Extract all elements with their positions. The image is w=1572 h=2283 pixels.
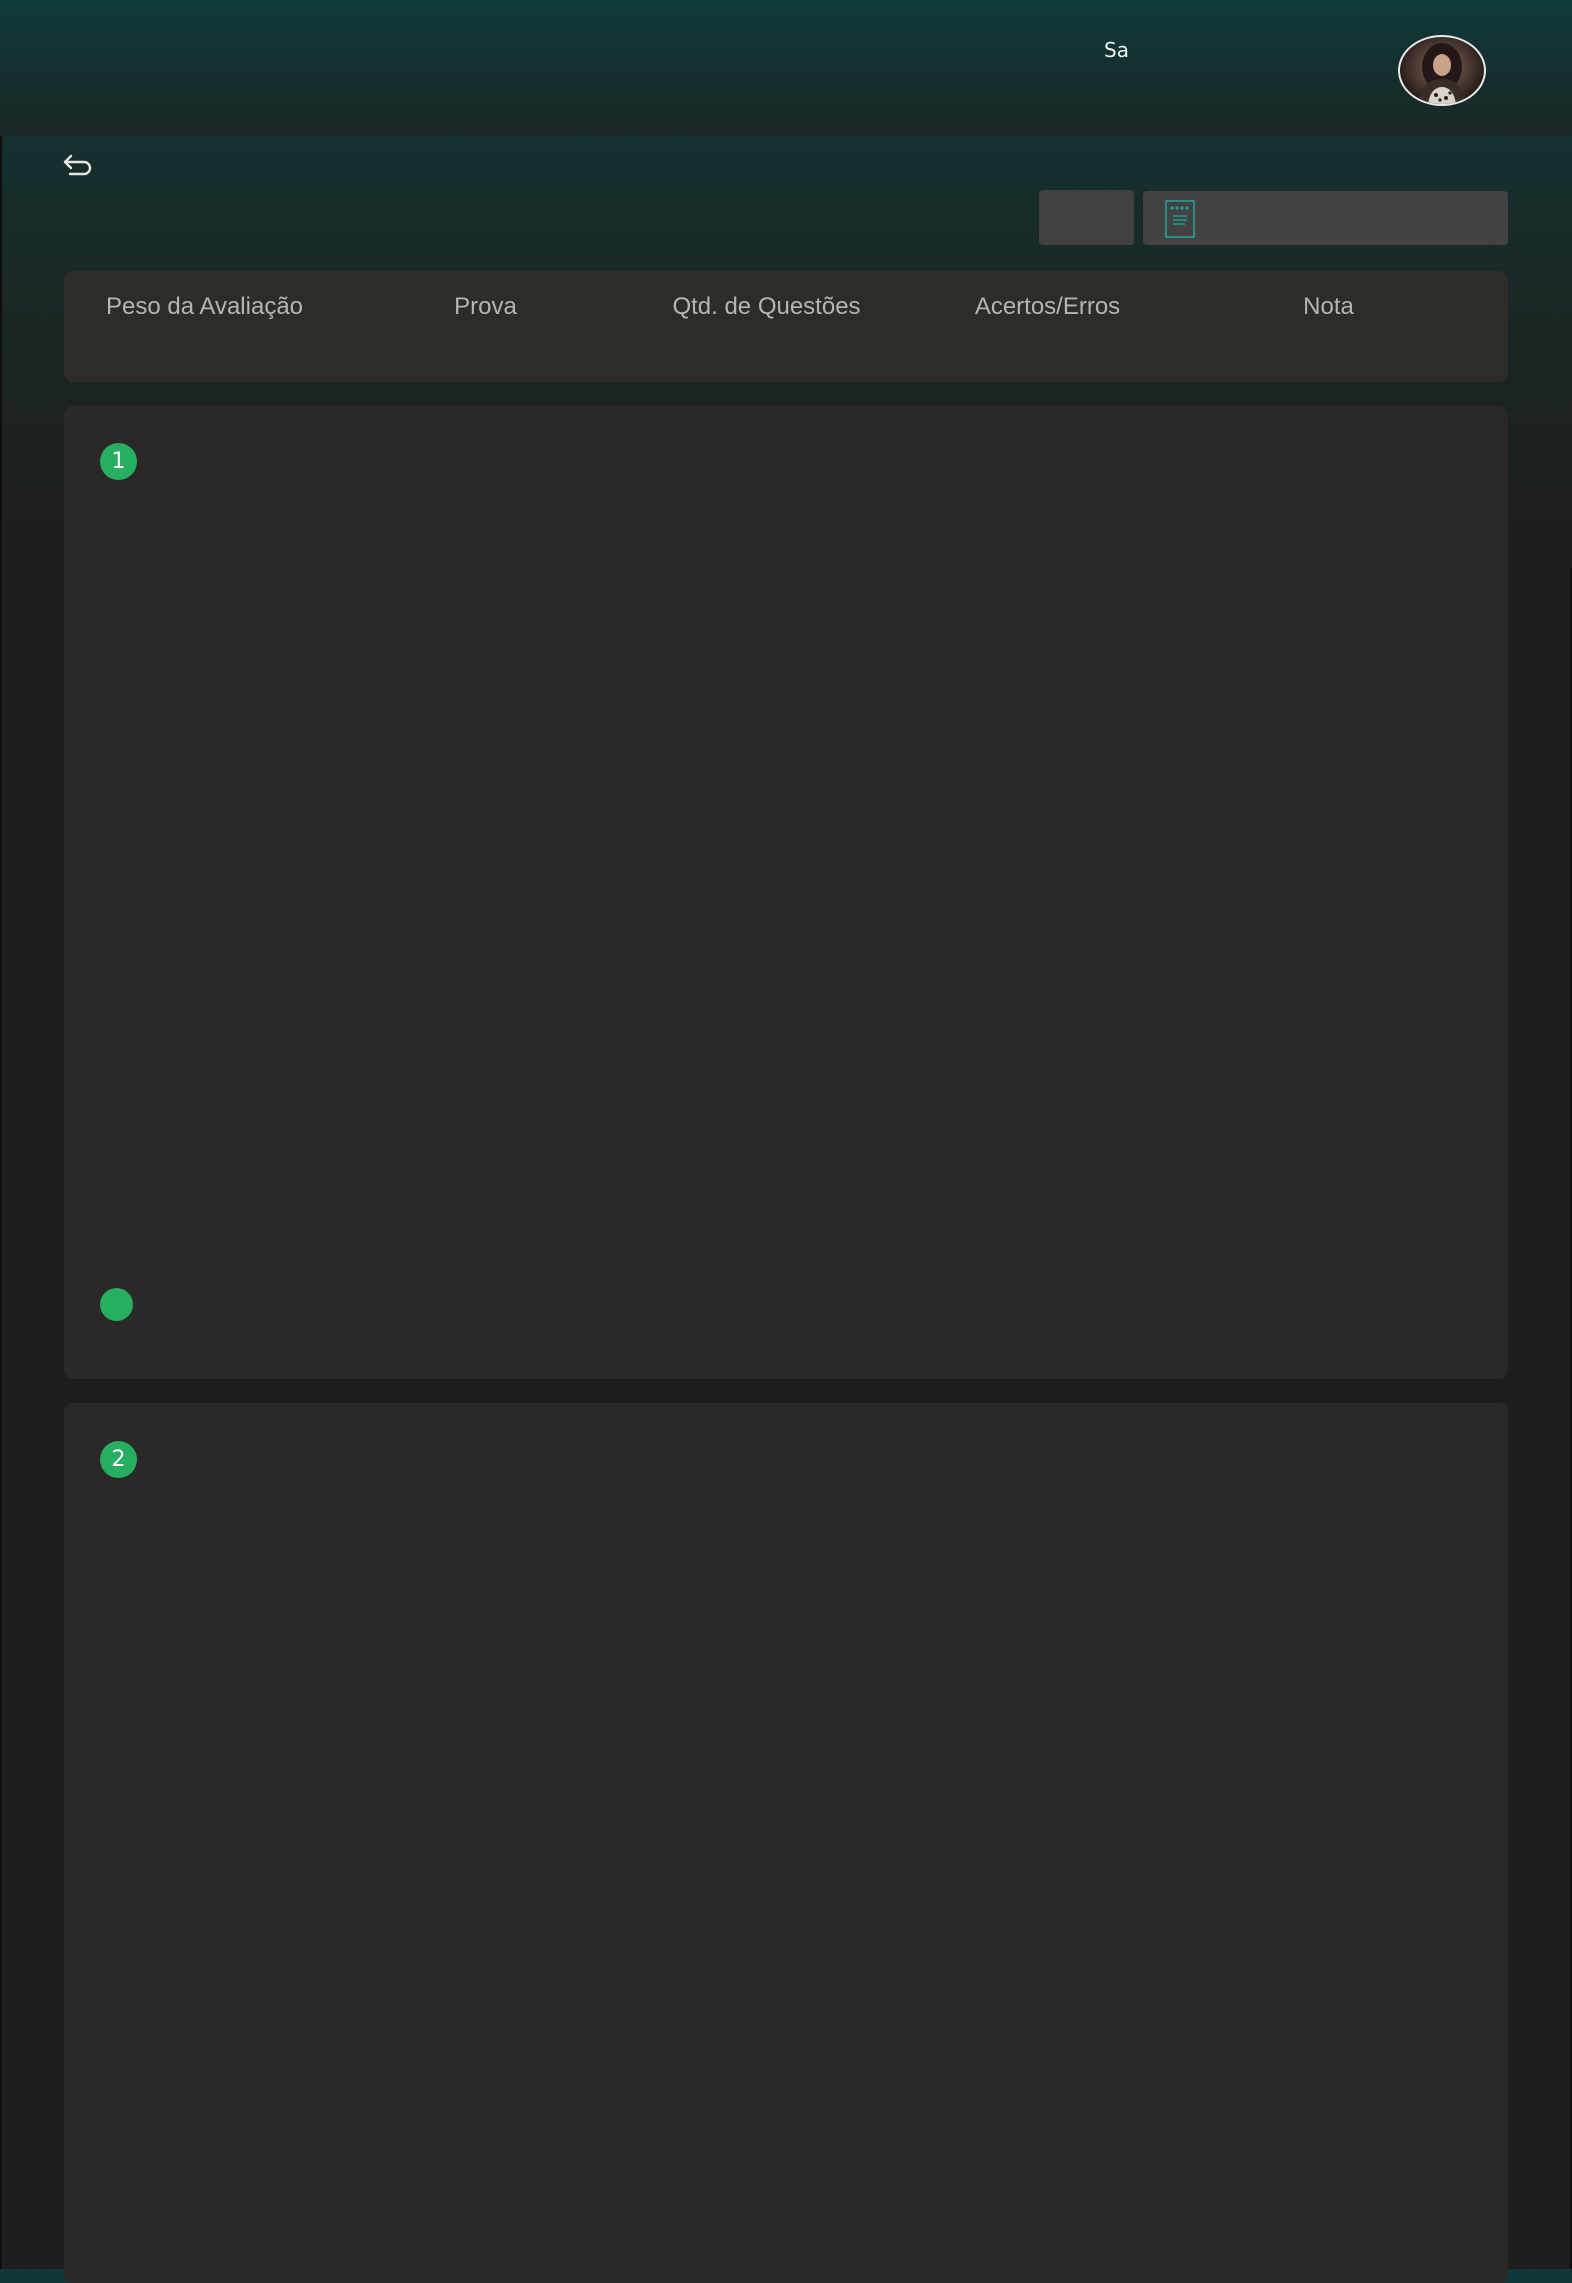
- return-arrow-icon: [63, 154, 92, 176]
- column-acertos-erros: Acertos/Erros: [974, 293, 1121, 320]
- question-card: 1: [64, 406, 1508, 1379]
- back-button[interactable]: [60, 150, 94, 180]
- column-qtd-questoes: Qtd. de Questões: [672, 293, 861, 320]
- question-card: 2: [64, 1403, 1508, 2283]
- left-edge-border: [0, 0, 2, 2269]
- document-icon: [1165, 200, 1195, 238]
- column-peso-avaliacao: Peso da Avaliação: [105, 293, 304, 320]
- user-name: Sa: [1104, 38, 1129, 62]
- column-nota: Nota: [1303, 293, 1354, 320]
- question-number-badge: 1: [100, 443, 137, 480]
- exam-selector[interactable]: [1143, 191, 1508, 245]
- action-button[interactable]: [1039, 190, 1134, 245]
- column-prova: Prova: [454, 293, 517, 320]
- top-bar: Sa: [0, 0, 1572, 136]
- answer-option-marker[interactable]: [100, 1288, 133, 1321]
- user-avatar[interactable]: [1398, 35, 1486, 106]
- question-number-badge: 2: [100, 1441, 137, 1478]
- results-header-card: Peso da Avaliação Prova Qtd. de Questões…: [64, 271, 1508, 382]
- avatar-image: [1418, 43, 1466, 104]
